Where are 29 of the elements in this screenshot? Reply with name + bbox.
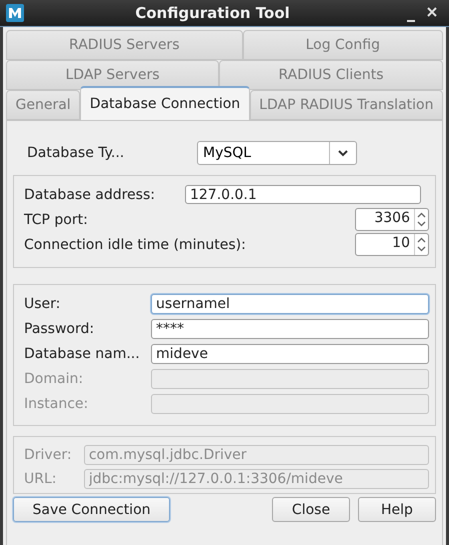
field-label: Database Ty... <box>27 145 126 161</box>
input-field[interactable]: **** <box>151 318 429 338</box>
field-label: Password: <box>24 320 96 336</box>
spinner-arrows-icon[interactable] <box>414 234 428 255</box>
field-label: Database address: <box>24 186 155 202</box>
input-field[interactable]: mideve <box>151 344 429 364</box>
field-label: Domain: <box>24 370 84 386</box>
dialog-button[interactable]: Close <box>272 497 350 522</box>
app-logo-icon <box>6 4 24 22</box>
spinner-arrows-icon[interactable] <box>414 209 428 230</box>
field-label: Driver: <box>24 447 73 463</box>
field-label: Connection idle time (minutes): <box>24 236 246 252</box>
field-label: URL: <box>24 471 58 487</box>
database-type-dropdown[interactable]: MySQL <box>197 141 357 165</box>
field-label: Database nam... <box>24 346 141 362</box>
spinner-field[interactable]: 10 <box>355 233 429 256</box>
spinner-field[interactable]: 3306 <box>355 208 429 231</box>
chevron-down-icon <box>338 150 348 156</box>
tab[interactable]: Database Connection <box>80 86 250 120</box>
close-icon <box>427 6 437 18</box>
minimize-icon <box>407 20 415 22</box>
dialog-button[interactable]: Save Connection <box>13 497 170 522</box>
field-label: Instance: <box>24 396 90 412</box>
dialog-button[interactable]: Help <box>358 497 436 522</box>
field-label: User: <box>24 296 62 312</box>
field-label: TCP port: <box>24 212 88 228</box>
input-field[interactable]: usernamel <box>151 294 429 314</box>
input-field[interactable]: 127.0.0.1 <box>184 185 421 204</box>
window-title: Configuration Tool <box>134 4 291 22</box>
